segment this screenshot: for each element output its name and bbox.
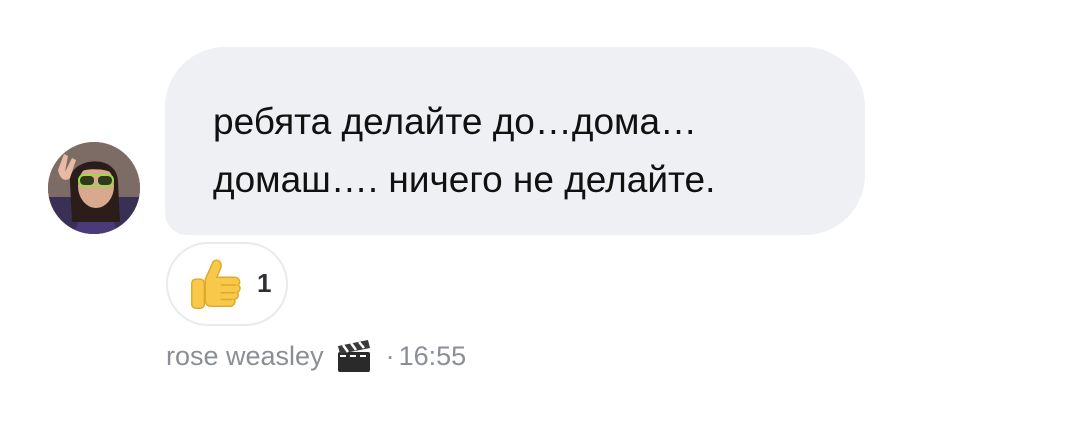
message-meta: rose weasley · 16:55 <box>166 336 466 376</box>
avatar-photo <box>48 142 140 234</box>
avatar[interactable] <box>48 142 140 234</box>
message-line: ребята делайте до…дома… <box>213 101 698 142</box>
message-bubble[interactable]: ребята делайте до…дома… домаш…. ничего н… <box>165 47 865 235</box>
reaction-button[interactable]: 1 <box>166 242 288 326</box>
message-time: 16:55 <box>398 340 467 371</box>
meta-separator: · <box>385 340 395 371</box>
reaction-count: 1 <box>257 268 272 298</box>
message-line: домаш…. ничего не делайте. <box>213 159 716 200</box>
clapper-board-icon <box>337 340 370 372</box>
thumbs-up-icon <box>191 259 241 309</box>
author-name[interactable]: rose weasley <box>166 341 324 372</box>
